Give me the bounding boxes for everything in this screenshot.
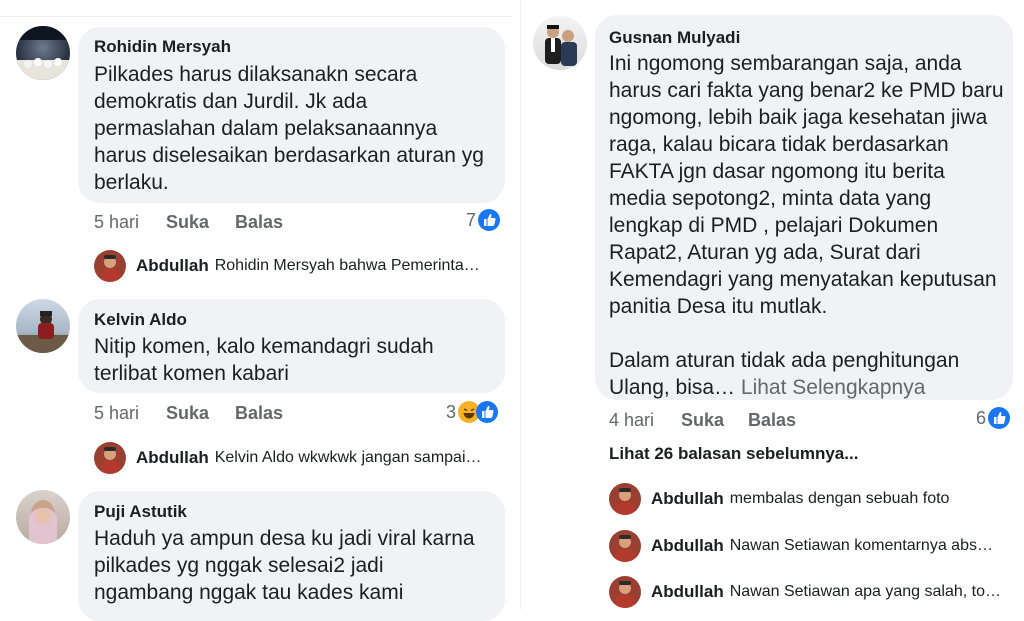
- thumbs-up-icon: [478, 209, 501, 231]
- reply-author[interactable]: Abdullah: [651, 536, 724, 556]
- reply-preview[interactable]: Abdullah Rohidin Mersyah bahwa Pemerinta…: [94, 248, 480, 284]
- avatar-photo: [16, 311, 70, 353]
- avatar-photo: [545, 25, 577, 66]
- reaction-count: 6: [976, 407, 987, 428]
- reaction-summary[interactable]: 7: [466, 209, 501, 231]
- reply-button[interactable]: Balas: [748, 410, 796, 431]
- reply-button[interactable]: Balas: [235, 403, 283, 424]
- avatar: [94, 250, 126, 282]
- reply-preview[interactable]: Abdullah membalas dengan sebuah foto: [609, 481, 949, 517]
- comment-text: Nitip komen, kalo kemandagri sudah terli…: [94, 335, 434, 385]
- like-button[interactable]: Suka: [166, 403, 209, 424]
- thumbs-up-icon: [988, 407, 1011, 429]
- comment-author[interactable]: Kelvin Aldo: [94, 310, 187, 330]
- reply-text: Nawan Setiawan komentarnya abs…: [729, 537, 993, 554]
- view-previous-replies-link[interactable]: Lihat 26 balasan sebelumnya...: [609, 444, 858, 464]
- comment-time[interactable]: 5 hari: [94, 403, 139, 424]
- avatar: [609, 483, 641, 515]
- top-divider: [0, 0, 512, 17]
- reply-preview[interactable]: Abdullah Nawan Setiawan komentarnya abs…: [609, 528, 993, 564]
- comment-author[interactable]: Rohidin Mersyah: [94, 37, 231, 57]
- reply-text: membalas dengan sebuah foto: [729, 490, 950, 507]
- reply-author[interactable]: Abdullah: [651, 582, 724, 602]
- reply-author[interactable]: Abdullah: [136, 256, 209, 276]
- thumbs-up-icon: [476, 401, 499, 423]
- comment-text: Pilkades harus dilaksanakn secara demokr…: [94, 63, 484, 194]
- avatar-photo: [29, 500, 57, 544]
- reply-button[interactable]: Balas: [235, 212, 283, 233]
- comment-time[interactable]: 5 hari: [94, 212, 139, 233]
- reply-author[interactable]: Abdullah: [136, 448, 209, 468]
- reply-text: Kelvin Aldo wkwkwk jangan sampai…: [214, 449, 482, 466]
- avatar: [609, 530, 641, 562]
- comment-text: Ini ngomong sembarangan saja, anda harus…: [609, 50, 1011, 401]
- reply-preview[interactable]: Abdullah Kelvin Aldo wkwkwk jangan sampa…: [94, 440, 482, 476]
- reply-author[interactable]: Abdullah: [651, 489, 724, 509]
- like-button[interactable]: Suka: [681, 410, 724, 431]
- comment-time[interactable]: 4 hari: [609, 410, 654, 431]
- avatar-photo: [16, 26, 70, 80]
- right-comment-column: Gusnan Mulyadi Ini ngomong sembarangan s…: [520, 0, 1024, 609]
- reply-preview[interactable]: Abdullah Nawan Setiawan apa yang salah, …: [609, 574, 1001, 610]
- avatar: [94, 442, 126, 474]
- reaction-summary[interactable]: 6: [976, 407, 1011, 429]
- comment-text: Haduh ya ampun desa ku jadi viral karna …: [94, 527, 475, 604]
- comment-body: Ini ngomong sembarangan saja, anda harus…: [609, 52, 1004, 399]
- avatar[interactable]: [16, 26, 70, 80]
- see-more-link[interactable]: Lihat Selengkapnya: [741, 376, 925, 399]
- reaction-count: 7: [466, 209, 477, 230]
- avatar[interactable]: [16, 490, 70, 544]
- avatar[interactable]: [16, 299, 70, 353]
- reaction-summary[interactable]: 3: [446, 401, 499, 423]
- reaction-count: 3: [446, 401, 457, 422]
- left-comment-column: Rohidin Mersyah Pilkades harus dilaksana…: [0, 0, 512, 621]
- avatar[interactable]: [533, 16, 587, 70]
- like-button[interactable]: Suka: [166, 212, 209, 233]
- reply-text: Nawan Setiawan apa yang salah, to…: [729, 583, 1001, 600]
- avatar: [609, 576, 641, 608]
- reply-text: Rohidin Mersyah bahwa Pemerinta…: [214, 257, 480, 274]
- comment-author[interactable]: Puji Astutik: [94, 502, 187, 522]
- comment-author[interactable]: Gusnan Mulyadi: [609, 28, 740, 48]
